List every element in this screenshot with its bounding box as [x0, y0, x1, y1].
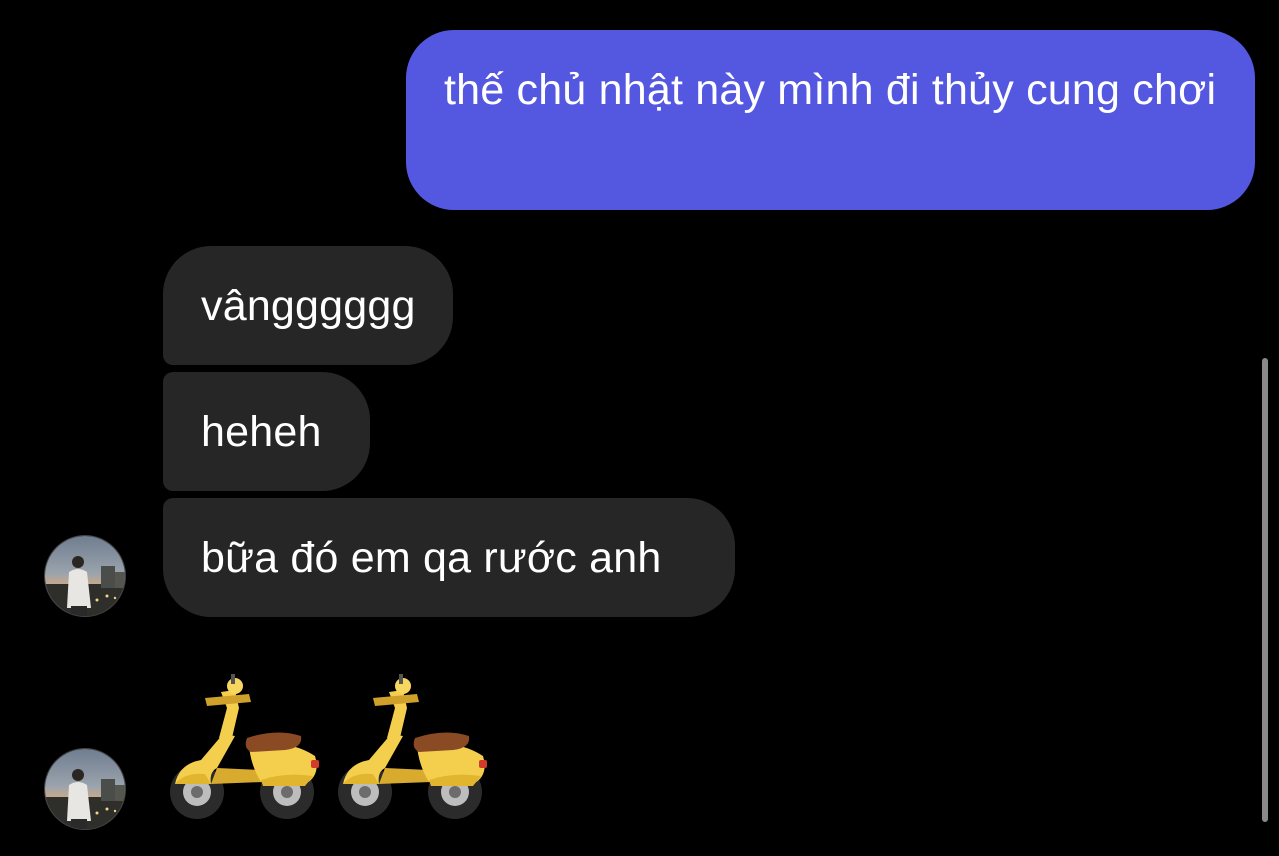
- incoming-message[interactable]: vângggggg: [163, 246, 453, 365]
- outgoing-message[interactable]: thế chủ nhật này mình đi thủy cung chơi: [406, 30, 1255, 210]
- message-text: heheh: [201, 407, 322, 456]
- sender-avatar[interactable]: [44, 535, 126, 617]
- sender-avatar[interactable]: [44, 748, 126, 830]
- sticker-message[interactable]: [165, 672, 491, 827]
- avatar-photo: [45, 536, 125, 616]
- incoming-message[interactable]: bữa đó em qa rước anh: [163, 498, 735, 617]
- avatar-photo: [45, 749, 125, 829]
- incoming-message[interactable]: heheh: [163, 372, 370, 491]
- scooter-icon: [338, 674, 487, 819]
- scrollbar[interactable]: [1262, 358, 1268, 822]
- message-text: bữa đó em qa rước anh: [201, 533, 662, 582]
- message-thread: thế chủ nhật này mình đi thủy cung chơi …: [0, 0, 1279, 856]
- message-text: vângggggg: [201, 281, 416, 330]
- message-text: thế chủ nhật này mình đi thủy cung chơi: [444, 66, 1217, 114]
- scooter-icon: [170, 674, 319, 819]
